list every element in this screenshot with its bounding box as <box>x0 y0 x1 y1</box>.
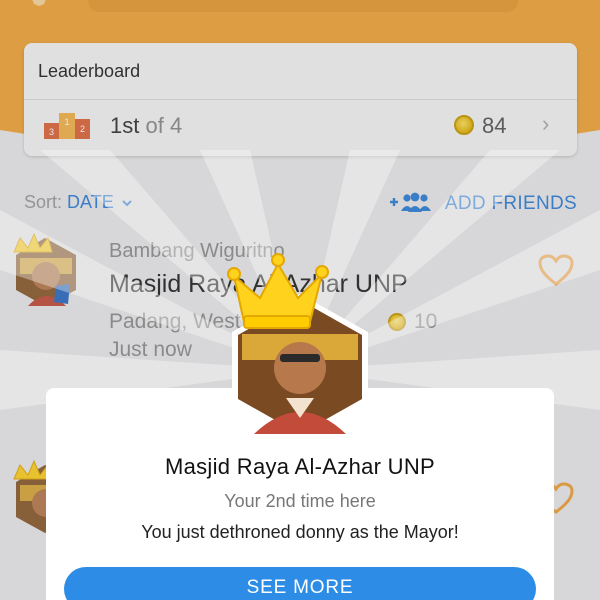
modal-visit-count: Your 2nd time here <box>224 491 376 511</box>
modal-venue-name: Masjid Raya Al-Azhar UNP <box>164 454 436 479</box>
crown-icon <box>227 253 329 329</box>
see-more-button[interactable]: SEE MORE <box>64 567 536 600</box>
modal-mayor-message: You just dethroned donny as the Mayor! <box>141 522 459 542</box>
